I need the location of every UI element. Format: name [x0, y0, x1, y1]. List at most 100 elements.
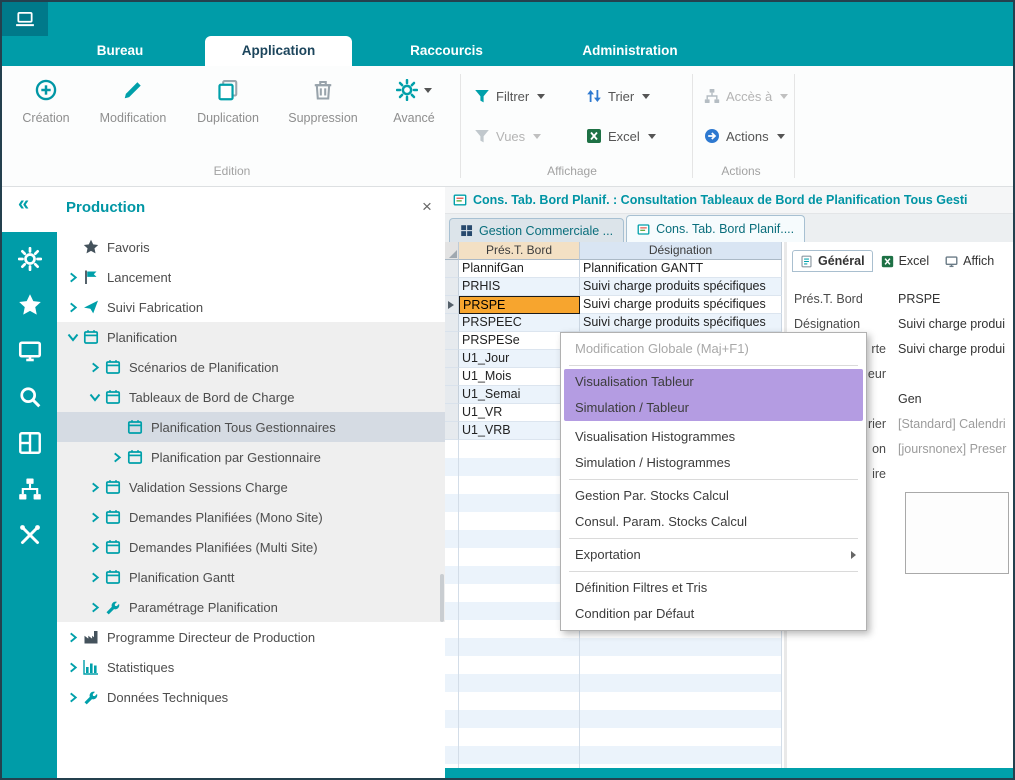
- row-selector[interactable]: [445, 278, 459, 296]
- cell-designation[interactable]: Suivi charge produits spécifiques: [580, 278, 782, 296]
- menu-item-definition-filtres-et-tris[interactable]: Définition Filtres et Tris: [561, 575, 866, 601]
- menu-item-simulation-tableur[interactable]: Simulation / Tableur: [564, 395, 863, 421]
- sidebar-tools-icon[interactable]: [17, 522, 43, 548]
- creation-button[interactable]: Création: [10, 78, 82, 142]
- tree-item-donnees-techniques[interactable]: Données Techniques: [57, 682, 445, 712]
- column-header-designation[interactable]: Désignation: [580, 242, 782, 260]
- vues-button[interactable]: Vues: [474, 124, 541, 148]
- chevron-right-icon[interactable]: [85, 512, 105, 523]
- row-selector[interactable]: [445, 314, 459, 332]
- chevron-right-icon[interactable]: [85, 542, 105, 553]
- chevron-down-icon[interactable]: [63, 332, 83, 342]
- menu-item-condition-par-defaut[interactable]: Condition par Défaut: [561, 601, 866, 627]
- tree-item-scenarios-planification[interactable]: Scénarios de Planification: [57, 352, 445, 382]
- excel-button[interactable]: Excel: [586, 124, 656, 148]
- select-all-corner[interactable]: [445, 242, 459, 260]
- tree-item-planification[interactable]: Planification: [57, 322, 445, 352]
- tree-item-demandes-planifiees-multi-site[interactable]: Demandes Planifiées (Multi Site): [57, 532, 445, 562]
- row-selector[interactable]: [445, 260, 459, 278]
- cell-pres-selected[interactable]: PRSPE: [459, 296, 580, 314]
- close-panel-icon[interactable]: ×: [422, 197, 432, 217]
- tab-general[interactable]: Général: [792, 250, 873, 272]
- row-selector[interactable]: [445, 332, 459, 350]
- chevron-right-icon[interactable]: [63, 272, 83, 283]
- acces-a-button[interactable]: Accès à: [704, 84, 788, 108]
- chevron-right-icon[interactable]: [85, 482, 105, 493]
- row-selector[interactable]: [445, 296, 459, 314]
- chevron-down-icon[interactable]: [85, 392, 105, 402]
- tree-item-lancement[interactable]: Lancement: [57, 262, 445, 292]
- sidebar-sitemap-icon[interactable]: [17, 476, 43, 502]
- cell-pres[interactable]: PRHIS: [459, 278, 580, 296]
- menu-tab-administration[interactable]: Administration: [540, 36, 720, 66]
- row-selector[interactable]: [445, 404, 459, 422]
- menu-tab-application[interactable]: Application: [205, 36, 352, 66]
- table-row[interactable]: PRSPEEC Suivi charge produits spécifique…: [445, 314, 782, 332]
- menu-item-simulation-histogrammes[interactable]: Simulation / Histogrammes: [561, 450, 866, 476]
- chevron-right-icon[interactable]: [63, 662, 83, 673]
- sidebar-gear-icon[interactable]: [17, 246, 43, 272]
- cell-designation[interactable]: Plannification GANTT: [580, 260, 782, 278]
- app-logo-icon[interactable]: [2, 2, 48, 36]
- filtrer-button[interactable]: Filtrer: [474, 84, 545, 108]
- duplication-button[interactable]: Duplication: [184, 78, 272, 142]
- avance-button[interactable]: Avancé: [374, 78, 454, 142]
- sidebar-monitor-icon[interactable]: [17, 338, 43, 364]
- chevron-right-icon[interactable]: [63, 302, 83, 313]
- tree-item-parametrage-planification[interactable]: Paramétrage Planification: [57, 592, 445, 622]
- menu-item-visualisation-histogrammes[interactable]: Visualisation Histogrammes: [561, 424, 866, 450]
- chevron-right-icon[interactable]: [85, 602, 105, 613]
- tab-affichage[interactable]: Affich: [937, 250, 1002, 272]
- tree-item-planification-par-gestionnaire[interactable]: Planification par Gestionnaire: [57, 442, 445, 472]
- field-value[interactable]: PRSPE: [898, 292, 1015, 306]
- field-value[interactable]: Suivi charge produi: [898, 317, 1015, 331]
- chevron-right-icon[interactable]: [107, 452, 127, 463]
- field-value[interactable]: Gen: [898, 392, 1015, 406]
- tree-item-demandes-planifiees-mono-site[interactable]: Demandes Planifiées (Mono Site): [57, 502, 445, 532]
- tree-item-favoris[interactable]: Favoris: [57, 232, 445, 262]
- sidebar-window-icon[interactable]: [17, 430, 43, 456]
- menu-item-consul-param-stocks-calcul[interactable]: Consul. Param. Stocks Calcul: [561, 509, 866, 535]
- menu-item-exportation[interactable]: Exportation: [561, 542, 866, 568]
- field-value[interactable]: Suivi charge produi: [898, 342, 1015, 356]
- tree-item-planification-tous-gestionnaires[interactable]: Planification Tous Gestionnaires: [57, 412, 445, 442]
- menu-item-visualisation-tableur[interactable]: Visualisation Tableur: [564, 369, 863, 395]
- chevron-right-icon[interactable]: [63, 632, 83, 643]
- cell-designation[interactable]: Suivi charge produits spécifiques: [580, 296, 782, 314]
- trier-button[interactable]: Trier: [586, 84, 650, 108]
- tab-cons-tab-bord-planif[interactable]: Cons. Tab. Bord Planif....: [626, 215, 805, 242]
- tree-item-planification-gantt[interactable]: Planification Gantt: [57, 562, 445, 592]
- collapse-panel-icon[interactable]: «: [18, 193, 29, 216]
- chevron-right-icon[interactable]: [63, 692, 83, 703]
- chevron-right-icon[interactable]: [85, 362, 105, 373]
- tree-item-suivi-fabrication[interactable]: Suivi Fabrication: [57, 292, 445, 322]
- row-selector[interactable]: [445, 368, 459, 386]
- tree-item-tableaux-de-bord-de-charge[interactable]: Tableaux de Bord de Charge: [57, 382, 445, 412]
- memo-field[interactable]: [905, 492, 1009, 574]
- sidebar-star-icon[interactable]: [17, 292, 43, 318]
- tab-excel[interactable]: Excel: [873, 250, 938, 272]
- actions-button[interactable]: Actions: [704, 124, 785, 148]
- row-selector[interactable]: [445, 386, 459, 404]
- table-row[interactable]: PlannifGan Plannification GANTT: [445, 260, 782, 278]
- tree-item-programme-directeur[interactable]: Programme Directeur de Production: [57, 622, 445, 652]
- menu-tab-bureau[interactable]: Bureau: [60, 36, 180, 66]
- menu-item-gestion-par-stocks-calcul[interactable]: Gestion Par. Stocks Calcul: [561, 483, 866, 509]
- cell-pres[interactable]: PRSPEEC: [459, 314, 580, 332]
- suppression-button[interactable]: Suppression: [276, 78, 370, 142]
- row-selector[interactable]: [445, 422, 459, 440]
- menu-tab-raccourcis[interactable]: Raccourcis: [374, 36, 519, 66]
- tab-gestion-commerciale[interactable]: Gestion Commerciale ...: [449, 218, 624, 242]
- row-selector[interactable]: [445, 350, 459, 368]
- tree-item-validation-sessions-charge[interactable]: Validation Sessions Charge: [57, 472, 445, 502]
- tree-scrollbar-thumb[interactable]: [440, 574, 444, 622]
- sidebar-search-icon[interactable]: [17, 384, 43, 410]
- modification-button[interactable]: Modification: [88, 78, 178, 142]
- tree-item-statistiques[interactable]: Statistiques: [57, 652, 445, 682]
- table-row-selected[interactable]: PRSPE Suivi charge produits spécifiques: [445, 296, 782, 314]
- cell-pres[interactable]: PlannifGan: [459, 260, 580, 278]
- chevron-right-icon[interactable]: [85, 572, 105, 583]
- table-row[interactable]: PRHIS Suivi charge produits spécifiques: [445, 278, 782, 296]
- column-header-pres-t-bord[interactable]: Prés.T. Bord: [459, 242, 580, 260]
- cell-designation[interactable]: Suivi charge produits spécifiques: [580, 314, 782, 332]
